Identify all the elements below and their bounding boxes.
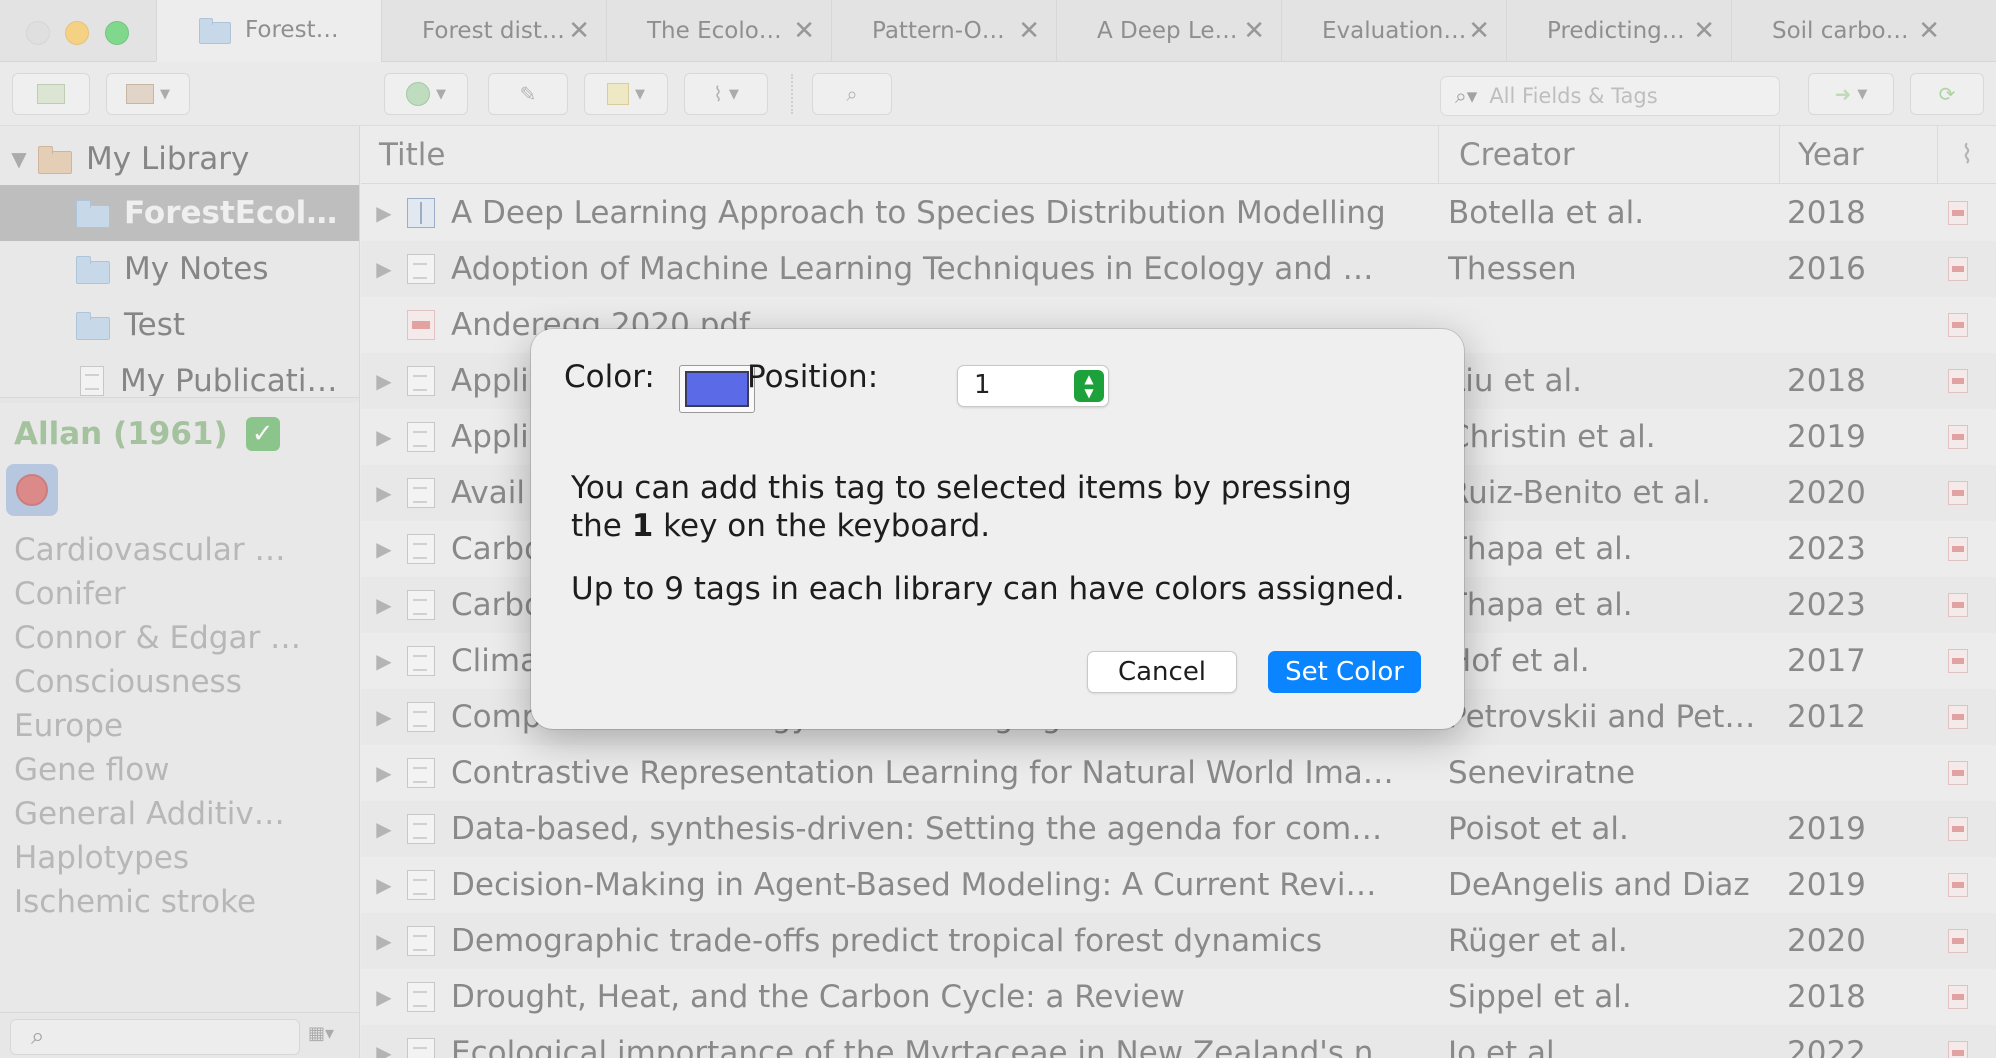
set-color-button[interactable]: Set Color: [1268, 651, 1421, 693]
instruction-line-1: You can add this tag to selected items b…: [571, 470, 1352, 506]
limit-text: Up to 9 tags in each library can have co…: [571, 571, 1405, 607]
cancel-button[interactable]: Cancel: [1087, 651, 1237, 693]
position-select[interactable]: 1 ▲ ▼: [957, 365, 1109, 407]
color-picker-button[interactable]: [679, 365, 755, 413]
tag-color-dialog: Color: Position: 1 ▲ ▼ You can add this t…: [531, 329, 1464, 729]
shortcut-key: 1: [631, 508, 654, 544]
color-label: Color:: [564, 359, 655, 395]
position-label: Position:: [747, 359, 879, 395]
stepper-icon: ▲ ▼: [1074, 370, 1104, 402]
instruction-line-2-suffix: key on the keyboard.: [653, 508, 991, 544]
instruction-text: You can add this tag to selected items b…: [571, 469, 1352, 545]
position-value: 1: [974, 370, 991, 400]
instruction-line-2-prefix: the: [571, 508, 632, 544]
color-swatch: [685, 371, 749, 407]
